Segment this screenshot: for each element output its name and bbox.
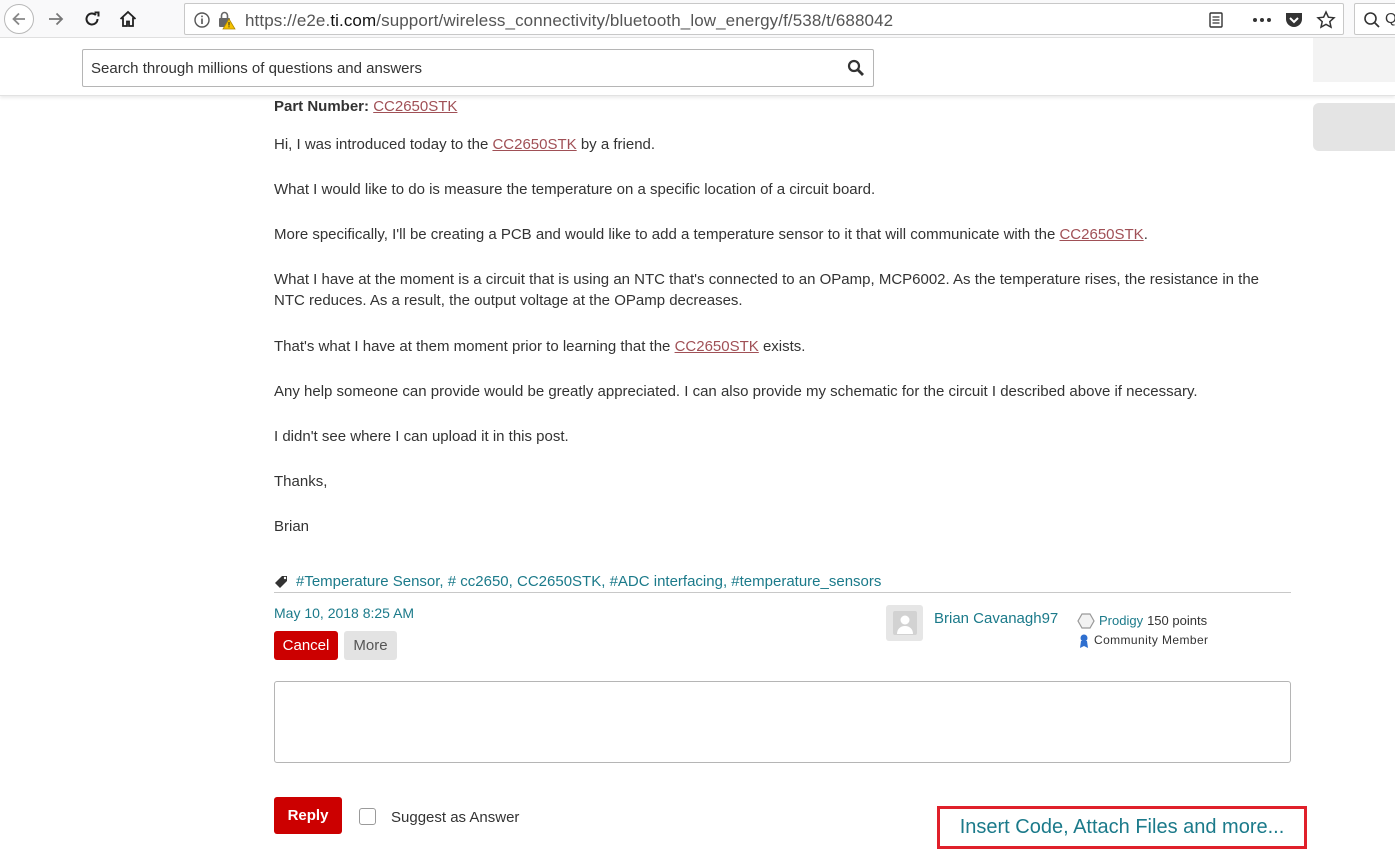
pocket-icon[interactable]: [1283, 9, 1305, 31]
side-panel-tab[interactable]: [1313, 103, 1395, 151]
back-button[interactable]: [4, 4, 34, 34]
post-paragraph: Any help someone can provide would be gr…: [274, 383, 1198, 400]
reader-view-icon[interactable]: [1205, 9, 1227, 31]
tag-icon: [274, 573, 290, 594]
url-prefix: https://e2e.: [245, 11, 331, 30]
suggest-answer-checkbox[interactable]: [359, 808, 376, 825]
tag-list: #Temperature Sensor, # cc2650, CC2650STK…: [274, 571, 881, 594]
text: by a friend.: [576, 136, 656, 153]
site-header: [0, 38, 1395, 96]
tag-link[interactable]: #ADC interfacing: [610, 573, 723, 590]
tag-link[interactable]: # cc2650: [448, 573, 509, 590]
arrow-left-icon: [12, 12, 25, 26]
post-paragraph: Thanks,: [274, 473, 328, 490]
page-actions-icon[interactable]: [1251, 9, 1273, 31]
text: Hi, I was introduced today to the: [274, 136, 493, 153]
user-avatar-icon: [892, 611, 917, 635]
reload-icon: [85, 11, 100, 26]
reply-button[interactable]: Reply: [274, 797, 342, 834]
home-icon: [119, 10, 137, 27]
search-icon: [1364, 12, 1380, 28]
site-search: [82, 49, 874, 87]
tag-link[interactable]: #temperature_sensors: [731, 573, 881, 590]
browser-search-text: Q: [1385, 10, 1395, 27]
rank-badge-icon: [1077, 612, 1095, 629]
points: 150 points: [1147, 613, 1208, 628]
tag-link[interactable]: CC2650STK: [517, 573, 601, 590]
text: .: [1143, 226, 1148, 243]
part-number-label: Part Number:: [274, 98, 370, 115]
url-path: /support/wireless_connectivity/bluetooth…: [376, 11, 894, 30]
address-bar[interactable]: https://e2e.ti.com/support/wireless_conn…: [184, 3, 1344, 35]
avatar[interactable]: [886, 605, 923, 641]
insecure-lock-icon[interactable]: [215, 9, 237, 31]
tag-separator: ,: [439, 573, 448, 590]
post-paragraph: More specifically, I'll be creating a PC…: [274, 224, 1284, 245]
side-panel-top: [1313, 38, 1395, 82]
reload-button[interactable]: [79, 6, 105, 32]
search-input[interactable]: [91, 56, 831, 80]
url-text: https://e2e.ti.com/support/wireless_conn…: [245, 11, 893, 31]
divider: [274, 592, 1291, 593]
product-link[interactable]: CC2650STK: [675, 338, 759, 355]
rank-name[interactable]: Prodigy: [1099, 610, 1143, 631]
member-ribbon-icon: [1080, 634, 1088, 648]
member-type-label: Community Member: [1094, 633, 1209, 647]
text: exists.: [758, 338, 806, 355]
author-name[interactable]: Brian Cavanagh97: [934, 608, 1058, 629]
post-paragraph: What I would like to do is measure the t…: [274, 181, 876, 198]
post-paragraph: Hi, I was introduced today to the CC2650…: [274, 134, 1284, 155]
post-date[interactable]: May 10, 2018 8:25 AM: [274, 603, 414, 624]
suggest-answer-label: Suggest as Answer: [391, 809, 520, 826]
post-paragraph: I didn't see where I can upload it in th…: [274, 428, 569, 445]
search-icon[interactable]: [847, 59, 865, 82]
part-number-link[interactable]: CC2650STK: [373, 98, 457, 115]
forward-button[interactable]: [43, 6, 69, 32]
tag-separator: ,: [508, 573, 517, 590]
tag-separator: ,: [601, 573, 610, 590]
insert-code-link[interactable]: Insert Code, Attach Files and more...: [937, 806, 1307, 849]
home-button[interactable]: [115, 6, 141, 32]
info-icon[interactable]: [191, 9, 213, 31]
post-signature: Brian: [274, 518, 310, 535]
post-paragraph: That's what I have at them moment prior …: [274, 336, 1284, 357]
text: More specifically, I'll be creating a PC…: [274, 226, 1060, 243]
bookmark-star-icon[interactable]: [1315, 9, 1337, 31]
product-link[interactable]: CC2650STK: [1059, 226, 1143, 243]
url-domain: ti.com: [330, 11, 377, 30]
product-link[interactable]: CC2650STK: [492, 136, 576, 153]
text: That's what I have at them moment prior …: [274, 338, 675, 355]
rank-info: Prodigy 150 points: [1077, 610, 1207, 631]
tag-link[interactable]: #Temperature Sensor: [296, 573, 439, 590]
more-button[interactable]: More: [344, 631, 397, 660]
arrow-right-icon: [49, 12, 64, 26]
browser-search-box[interactable]: Q: [1354, 3, 1395, 35]
cancel-button[interactable]: Cancel: [274, 631, 338, 660]
member-type: Community Member: [1079, 630, 1208, 651]
part-number-line: Part Number: CC2650STK: [274, 96, 457, 117]
reply-textarea[interactable]: [274, 681, 1291, 763]
browser-toolbar: https://e2e.ti.com/support/wireless_conn…: [0, 0, 1395, 38]
post-paragraph: What I have at the moment is a circuit t…: [274, 271, 1260, 309]
